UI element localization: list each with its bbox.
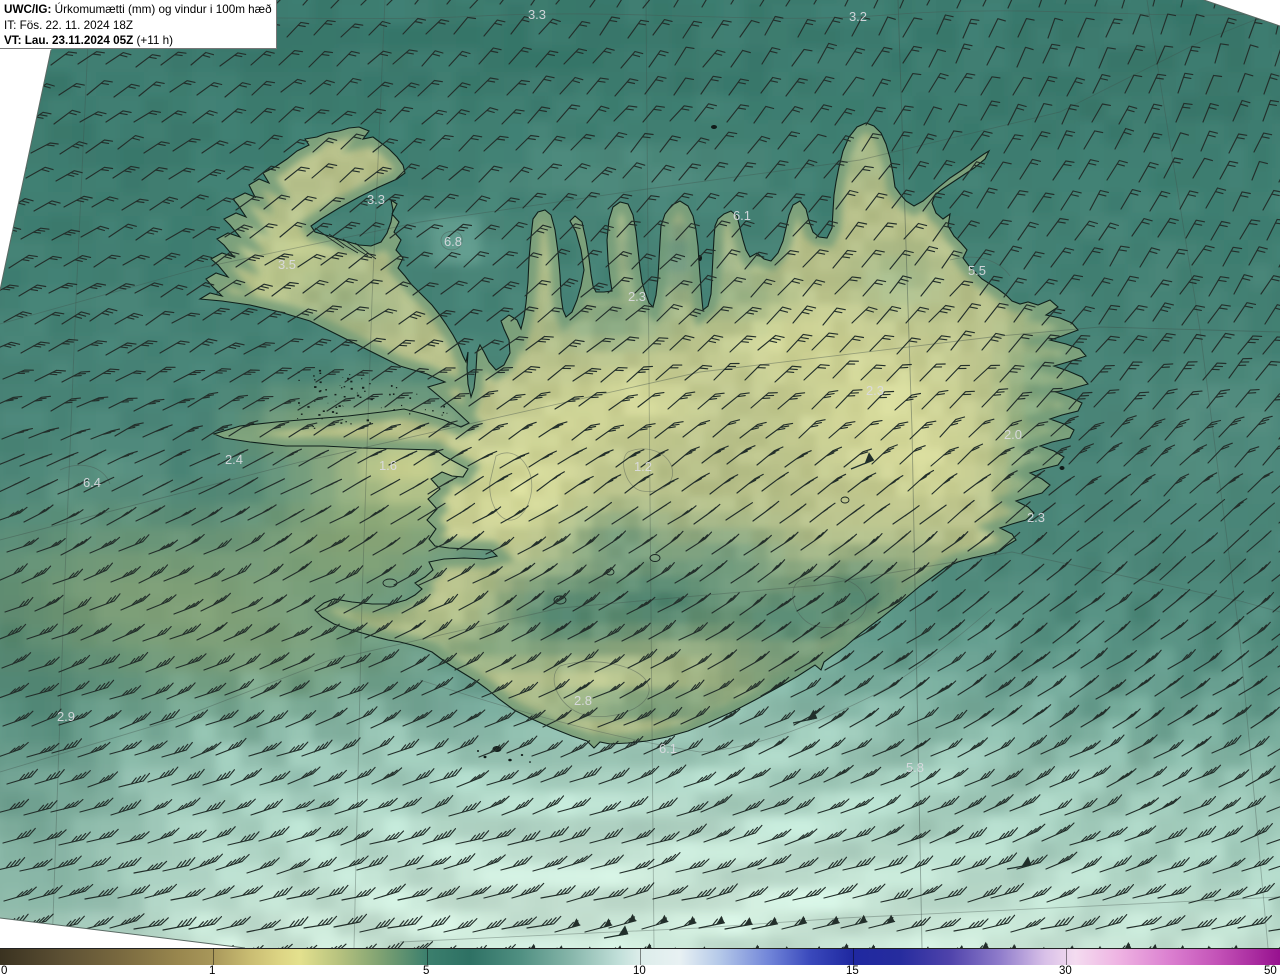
svg-text:3.3: 3.3 — [367, 192, 385, 207]
svg-text:2.0: 2.0 — [1004, 427, 1022, 442]
svg-text:6.1: 6.1 — [733, 208, 751, 223]
svg-text:6.4: 6.4 — [83, 475, 101, 490]
svg-text:5.8: 5.8 — [906, 760, 924, 775]
svg-text:3.3: 3.3 — [528, 7, 546, 22]
svg-text:3.5: 3.5 — [278, 257, 296, 272]
svg-text:1.2: 1.2 — [634, 459, 652, 474]
svg-text:3.2: 3.2 — [849, 9, 867, 24]
svg-text:2.8: 2.8 — [574, 693, 592, 708]
svg-text:6.8: 6.8 — [444, 234, 462, 249]
svg-text:2.3: 2.3 — [1027, 510, 1045, 525]
svg-text:5.5: 5.5 — [968, 263, 986, 278]
svg-text:2.4: 2.4 — [225, 452, 243, 467]
svg-text:1.6: 1.6 — [379, 458, 397, 473]
svg-text:2.3: 2.3 — [866, 383, 884, 398]
svg-text:6.1: 6.1 — [659, 741, 677, 756]
svg-text:2.9: 2.9 — [57, 709, 75, 724]
svg-text:2.3: 2.3 — [628, 289, 646, 304]
